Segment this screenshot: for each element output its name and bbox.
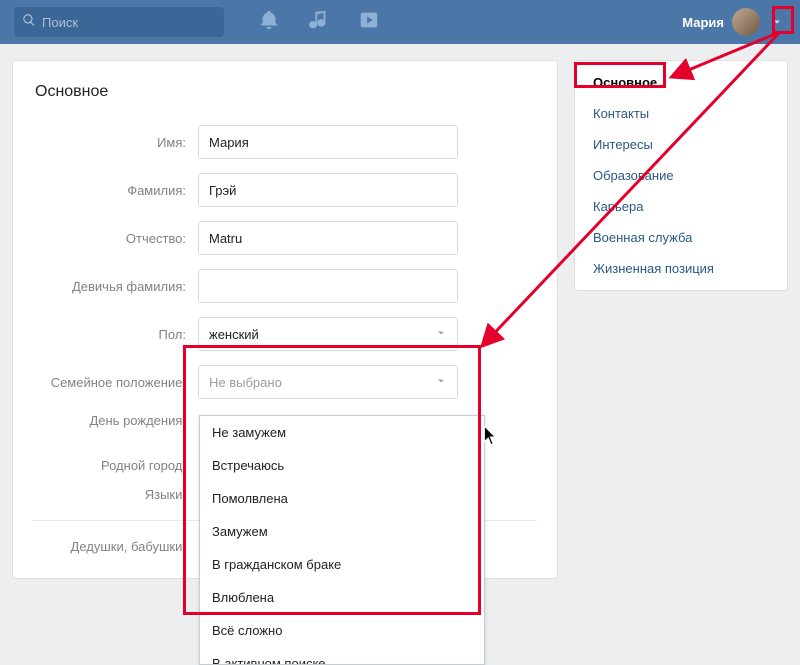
topbar-user[interactable]: Мария — [682, 8, 786, 36]
topbar: Мария — [0, 0, 800, 44]
user-name: Мария — [682, 15, 724, 30]
label-maiden-name: Девичья фамилия: — [33, 279, 198, 294]
sidebar-item-military[interactable]: Военная служба — [575, 222, 787, 253]
dd-item[interactable]: Не замужем — [200, 416, 484, 449]
row-last-name: Фамилия: — [33, 173, 537, 207]
page-title: Основное — [33, 79, 537, 125]
label-middle-name: Отчество: — [33, 231, 198, 246]
user-menu-chevron[interactable] — [768, 9, 786, 35]
middle-name-field[interactable] — [198, 221, 458, 255]
chevron-down-icon — [435, 375, 447, 390]
music-icon[interactable] — [308, 9, 330, 36]
sex-select[interactable]: женский — [198, 317, 458, 351]
sidebar-item-education[interactable]: Образование — [575, 160, 787, 191]
layout: Основное Имя: Фамилия: Отчество: Девичья… — [0, 44, 800, 579]
maiden-name-field[interactable] — [198, 269, 458, 303]
sidebar-item-contacts[interactable]: Контакты — [575, 98, 787, 129]
label-birthday: День рождения: — [33, 413, 198, 428]
relationship-select[interactable]: Не выбрано — [198, 365, 458, 399]
label-hometown: Родной город: — [33, 458, 198, 473]
dd-item[interactable]: Замужем — [200, 515, 484, 548]
last-name-field[interactable] — [198, 173, 458, 207]
row-first-name: Имя: — [33, 125, 537, 159]
dd-item[interactable]: Всё сложно — [200, 614, 484, 647]
label-grandparents: Дедушки, бабушки: — [33, 539, 198, 554]
main-panel: Основное Имя: Фамилия: Отчество: Девичья… — [12, 60, 558, 579]
dd-item[interactable]: В гражданском браке — [200, 548, 484, 581]
label-relationship: Семейное положение: — [33, 375, 198, 390]
search-icon — [22, 13, 36, 32]
sidebar-item-interests[interactable]: Интересы — [575, 129, 787, 160]
label-sex: Пол: — [33, 327, 198, 342]
row-relationship: Семейное положение: Не выбрано — [33, 365, 537, 399]
dd-item[interactable]: В активном поиске — [200, 647, 484, 664]
row-sex: Пол: женский — [33, 317, 537, 351]
chevron-down-icon — [435, 327, 447, 342]
avatar — [732, 8, 760, 36]
first-name-field[interactable] — [198, 125, 458, 159]
label-last-name: Фамилия: — [33, 183, 198, 198]
label-languages: Языки: — [33, 487, 198, 502]
row-maiden-name: Девичья фамилия: — [33, 269, 537, 303]
relationship-dropdown: Не замужем Встречаюсь Помолвлена Замужем… — [199, 415, 485, 665]
topbar-icons — [258, 9, 380, 36]
relationship-dropdown-scroll[interactable]: Не замужем Встречаюсь Помолвлена Замужем… — [200, 416, 484, 664]
relationship-placeholder: Не выбрано — [209, 375, 282, 390]
side-panel: Основное Контакты Интересы Образование К… — [574, 60, 788, 291]
dd-item[interactable]: Встречаюсь — [200, 449, 484, 482]
video-icon[interactable] — [358, 9, 380, 36]
search-input[interactable] — [42, 15, 212, 30]
dd-item[interactable]: Влюблена — [200, 581, 484, 614]
bell-icon[interactable] — [258, 9, 280, 36]
sex-value: женский — [209, 327, 259, 342]
sidebar-item-basic[interactable]: Основное — [575, 67, 787, 98]
dd-item[interactable]: Помолвлена — [200, 482, 484, 515]
sidebar-item-life-position[interactable]: Жизненная позиция — [575, 253, 787, 284]
sidebar-item-career[interactable]: Карьера — [575, 191, 787, 222]
search-wrap[interactable] — [14, 7, 224, 37]
row-middle-name: Отчество: — [33, 221, 537, 255]
label-first-name: Имя: — [33, 135, 198, 150]
